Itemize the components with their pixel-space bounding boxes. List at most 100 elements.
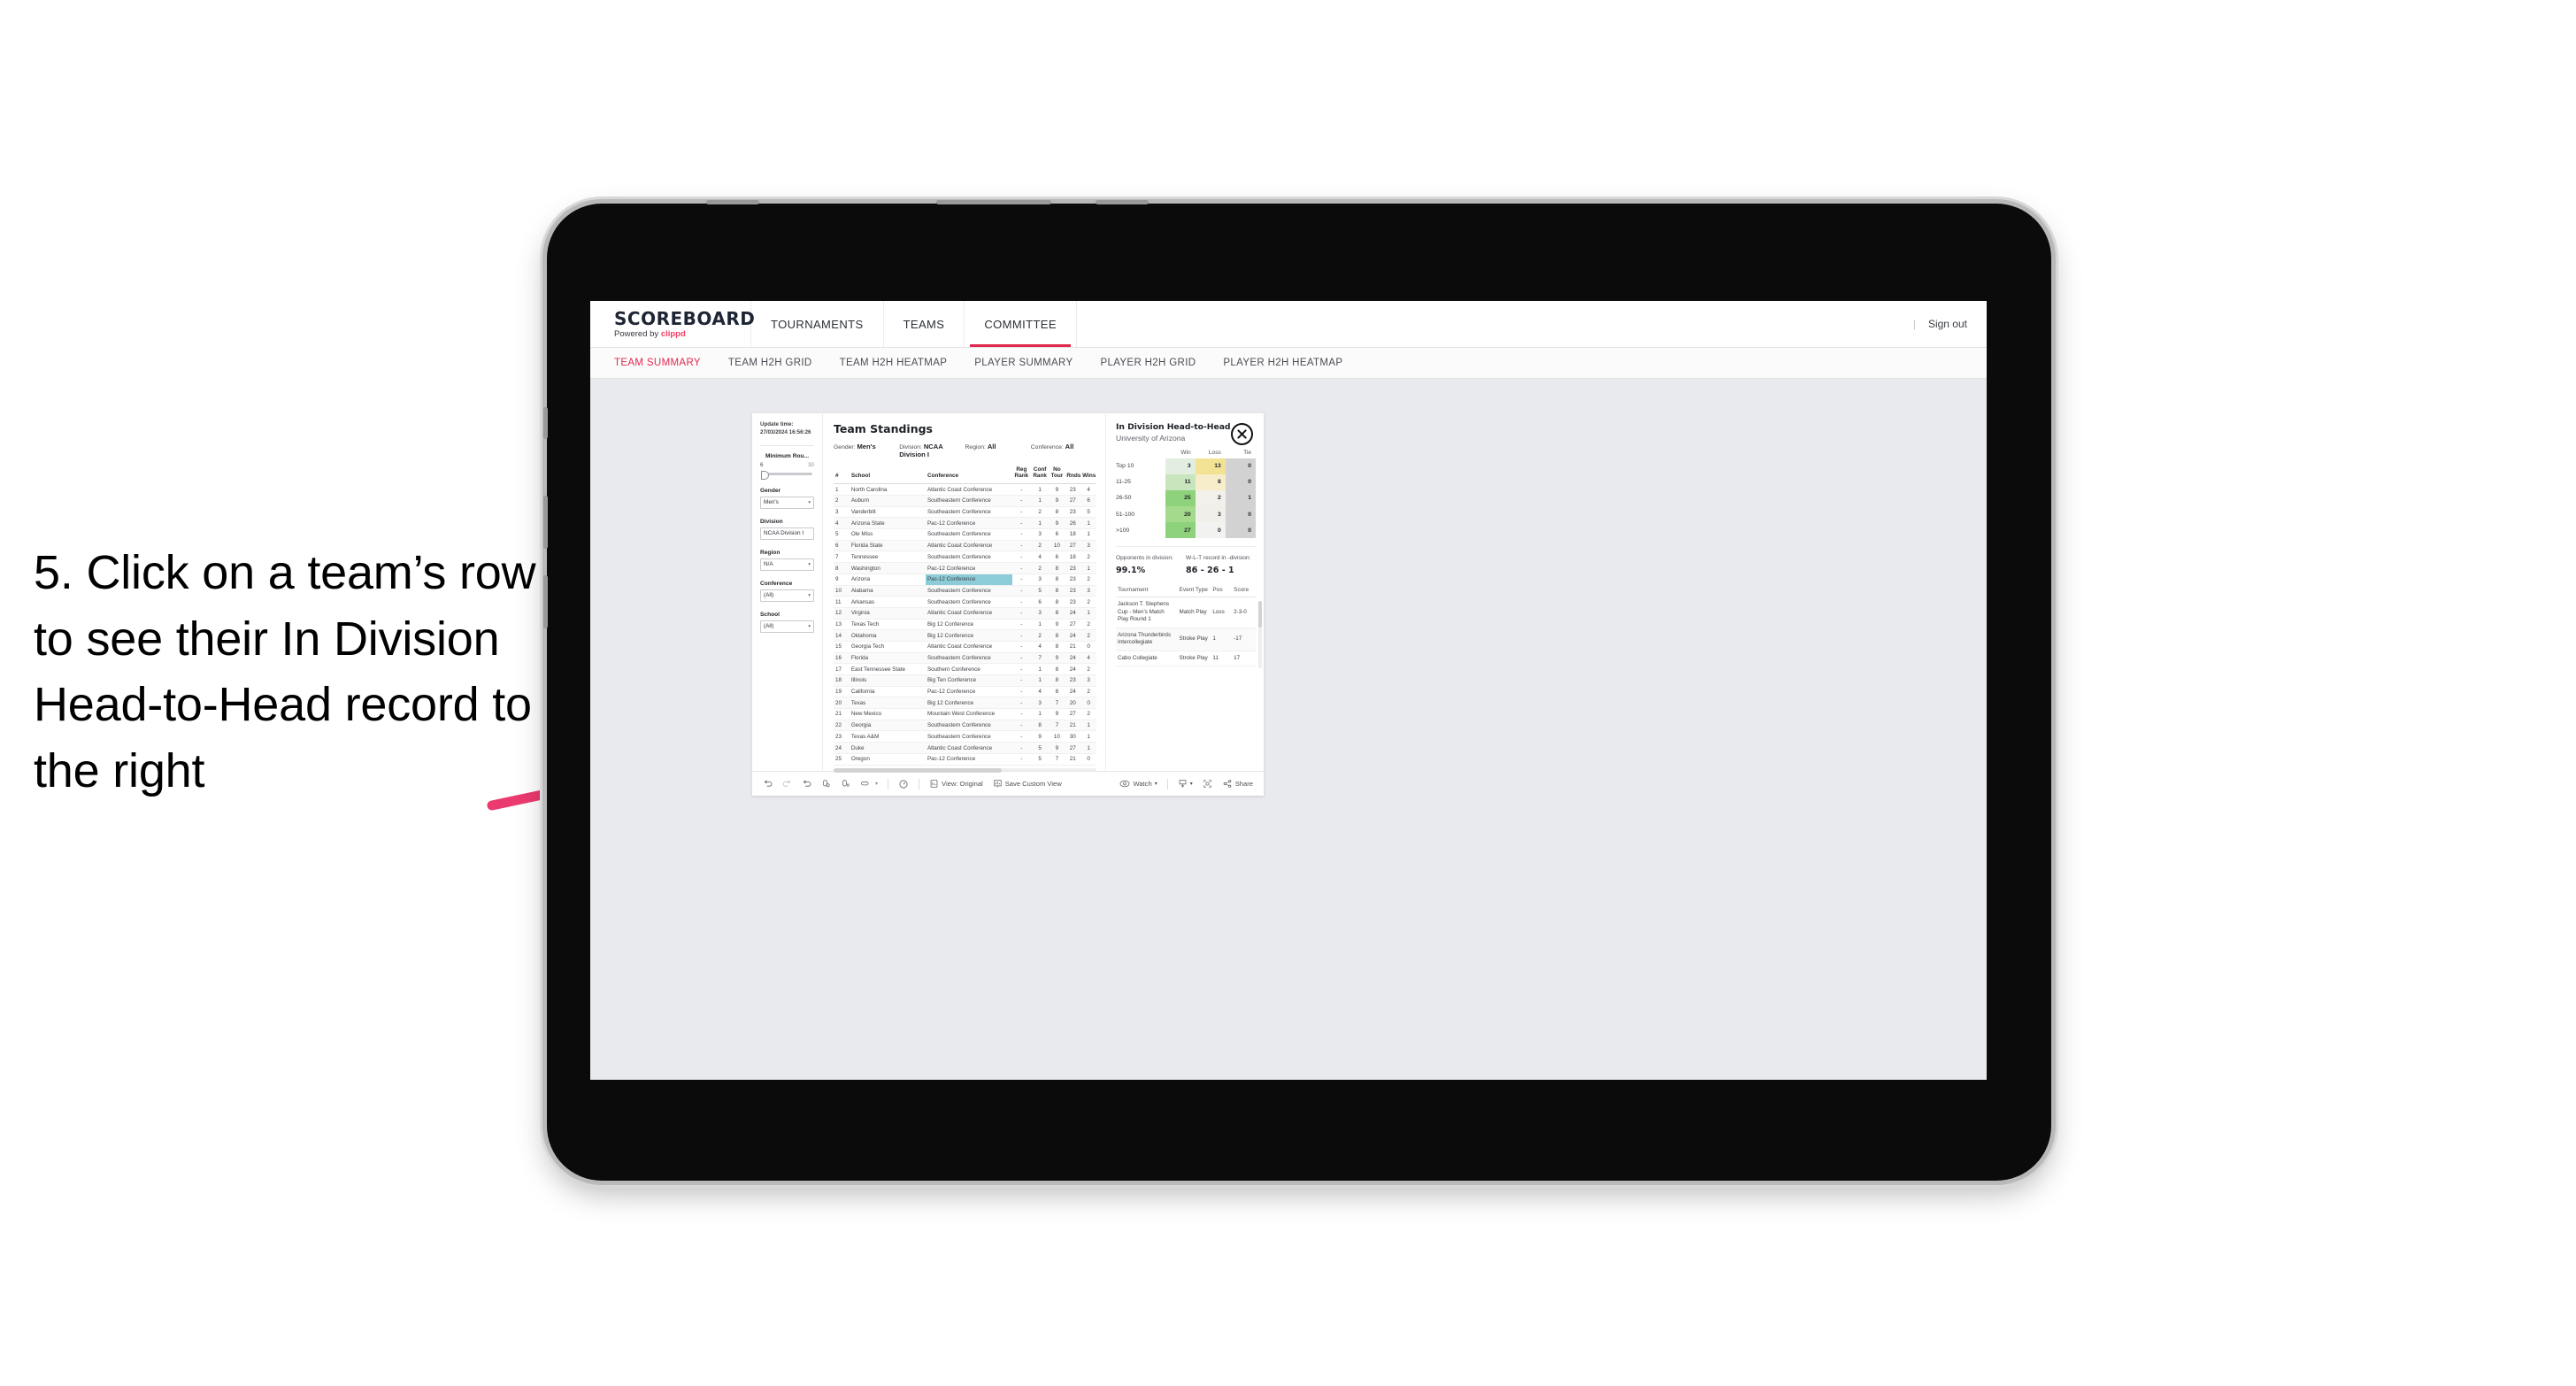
table-cell: 9: [1049, 619, 1065, 631]
table-cell: 18: [834, 674, 850, 687]
table-cell: 13: [834, 619, 850, 631]
scrollbar-thumb[interactable]: [834, 767, 1003, 773]
table-row[interactable]: 11 Arkansas Southeastern Conference -6 8 23 2: [834, 596, 1096, 608]
table-row[interactable]: 8 Washington Pac-12 Conference -2 8 23 1: [834, 562, 1096, 574]
table-cell: Duke: [849, 742, 926, 754]
tab-team-h2h-grid[interactable]: TEAM H2H GRID: [728, 358, 812, 368]
tab-player-h2h-grid[interactable]: PLAYER H2H GRID: [1100, 358, 1196, 368]
table-row[interactable]: 19 California Pac-12 Conference -4 8 24 2: [834, 686, 1096, 698]
table-row[interactable]: 6 Florida State Atlantic Coast Conference -…: [834, 540, 1096, 552]
table-row[interactable]: 5 Ole Miss Southeastern Conference -3 6 18 1: [834, 528, 1096, 541]
standings-col-header[interactable]: Rnds: [1065, 464, 1080, 485]
tab-team-h2h-heatmap[interactable]: TEAM H2H HEATMAP: [840, 358, 948, 368]
redo-icon[interactable]: [782, 779, 792, 789]
standings-col-header[interactable]: Conf Rank: [1030, 464, 1050, 485]
table-row[interactable]: 17 East Tennessee State Southern Conferenc…: [834, 663, 1096, 676]
table-cell: -: [1011, 517, 1031, 530]
watch-button[interactable]: Watch ▾: [1119, 779, 1157, 789]
table-row[interactable]: 20 Texas Big 12 Conference -3 7 20 0: [834, 697, 1096, 710]
sign-out-link[interactable]: Sign out: [1928, 318, 1967, 330]
download-button[interactable]: ▾: [1178, 779, 1193, 789]
standings-col-header[interactable]: Conference: [925, 464, 1012, 485]
table-cell: 5: [834, 528, 850, 541]
revert-icon[interactable]: [802, 779, 811, 789]
table-cell: 9: [1030, 730, 1050, 743]
table-cell: Pac-12 Conference: [925, 574, 1012, 586]
table-cell: 5: [1030, 753, 1050, 766]
table-cell: California: [849, 686, 926, 698]
standings-col-header[interactable]: Wins: [1080, 464, 1096, 485]
standings-col-header[interactable]: #: [834, 464, 850, 485]
table-row[interactable]: 9 Arizona Pac-12 Conference -3 8 23 2: [834, 574, 1096, 586]
active-filters: Gender: Men's Division: NCAA Division I …: [834, 443, 1096, 458]
table-cell: 3: [1030, 697, 1050, 710]
table-row[interactable]: 13 Texas Tech Big 12 Conference -1 9 27 2: [834, 619, 1096, 631]
tab-player-summary[interactable]: PLAYER SUMMARY: [974, 358, 1073, 368]
table-row[interactable]: 25 Oregon Pac-12 Conference -5 7 21 0: [834, 753, 1096, 766]
table-cell: 23: [1065, 574, 1081, 586]
gender-select[interactable]: Men's ▾: [760, 496, 814, 509]
division-select[interactable]: NCAA Division I: [760, 527, 814, 540]
brand-logo[interactable]: SCOREBOARD Powered by clippd: [590, 301, 755, 347]
table-row[interactable]: 14 Oklahoma Big 12 Conference -2 8 24 2: [834, 629, 1096, 642]
table-row[interactable]: 21 New Mexico Mountain West Conference -1 9 2…: [834, 708, 1096, 720]
detail-vertical-scrollbar[interactable]: [1258, 601, 1262, 668]
share-button[interactable]: Share: [1222, 779, 1253, 789]
horizontal-scrollbar[interactable]: [834, 767, 1096, 773]
tournaments-table: Tournament Event Type Pos Score Jackson T. …: [1116, 583, 1256, 667]
standings-col-header[interactable]: No Tour: [1049, 464, 1065, 485]
nav-item-tournaments[interactable]: TOURNAMENTS: [751, 301, 884, 347]
tab-player-h2h-heatmap[interactable]: PLAYER H2H HEATMAP: [1223, 358, 1342, 368]
fullscreen-icon[interactable]: [1203, 779, 1212, 789]
table-row[interactable]: 7 Tennessee Southeastern Conference -4 6 18 2: [834, 551, 1096, 564]
tournament-row[interactable]: Arizona Thunderbirds Intercollegiate Stro…: [1116, 628, 1256, 651]
table-cell: 8: [1049, 607, 1065, 620]
view-original-button[interactable]: View: Original: [929, 779, 983, 789]
table-row[interactable]: 24 Duke Atlantic Coast Conference -5 9 27 1: [834, 742, 1096, 754]
slider-track[interactable]: [760, 470, 814, 480]
table-row[interactable]: 12 Virginia Atlantic Coast Conference -3 8 24…: [834, 607, 1096, 620]
table-cell: Georgia Tech: [849, 641, 926, 653]
region-select[interactable]: N/A ▾: [760, 558, 814, 571]
scrollbar-thumb[interactable]: [1258, 601, 1262, 628]
table-cell: 9: [1049, 652, 1065, 665]
table-row[interactable]: 4 Arizona State Pac-12 Conference -1 9 26 1: [834, 517, 1096, 530]
h2h-cell-win: 3: [1165, 458, 1196, 474]
zoom-mode-icon[interactable]: ▾: [860, 779, 878, 789]
table-row[interactable]: 23 Texas A&M Southeastern Conference -9 10 30…: [834, 730, 1096, 743]
undo-icon[interactable]: [763, 779, 773, 789]
tournaments-col-header: Event Type: [1177, 583, 1211, 598]
tournaments-col-header: Pos: [1211, 583, 1233, 598]
table-row[interactable]: 3 Vanderbilt Southeastern Conference -2 8 23 5: [834, 506, 1096, 519]
table-cell: 20: [1065, 697, 1081, 710]
tournament-row[interactable]: Cabo Collegiate Stroke Play 11 17: [1116, 651, 1256, 667]
school-select[interactable]: (All) ▾: [760, 620, 814, 633]
pause-icon[interactable]: [841, 779, 850, 789]
table-cell: 16: [834, 652, 850, 665]
standings-col-header[interactable]: School: [849, 464, 926, 485]
table-cell: 1: [1030, 708, 1050, 720]
table-cell: Stroke Play: [1177, 651, 1211, 667]
table-row[interactable]: 16 Florida Southeastern Conference -7 9 24 4: [834, 652, 1096, 665]
table-row[interactable]: 2 Auburn Southeastern Conference -1 9 27 6: [834, 495, 1096, 507]
table-row[interactable]: 10 Alabama Southeastern Conference -5 8 23 3: [834, 585, 1096, 597]
table-row[interactable]: 18 Illinois Big Ten Conference -1 8 23 3: [834, 674, 1096, 687]
refresh-icon[interactable]: [821, 779, 831, 789]
conference-select[interactable]: (All) ▾: [760, 589, 814, 602]
table-cell: 27: [1065, 619, 1081, 631]
table-row[interactable]: 22 Georgia Southeastern Conference -8 7 21 1: [834, 720, 1096, 732]
save-custom-view-button[interactable]: Save Custom View: [993, 779, 1062, 789]
table-row[interactable]: 1 North Carolina Atlantic Coast Conference…: [834, 483, 1096, 497]
standings-col-header[interactable]: Reg Rank: [1011, 464, 1031, 485]
slider-handle[interactable]: [761, 470, 769, 480]
save-label: Save Custom View: [1004, 780, 1062, 788]
table-row[interactable]: 15 Georgia Tech Atlantic Coast Conference -…: [834, 641, 1096, 653]
h2h-row: 11-25 11 8 0: [1116, 474, 1256, 490]
tab-team-summary[interactable]: TEAM SUMMARY: [614, 358, 701, 368]
nav-item-committee[interactable]: COMMITTEE: [965, 301, 1077, 347]
share-label: Share: [1234, 780, 1253, 788]
nav-item-teams[interactable]: TEAMS: [884, 301, 965, 347]
highlight-icon[interactable]: [898, 779, 909, 789]
tournament-row[interactable]: Jackson T. Stephens Cup - Men’s Match Pl…: [1116, 597, 1256, 628]
close-icon[interactable]: [1231, 423, 1253, 445]
